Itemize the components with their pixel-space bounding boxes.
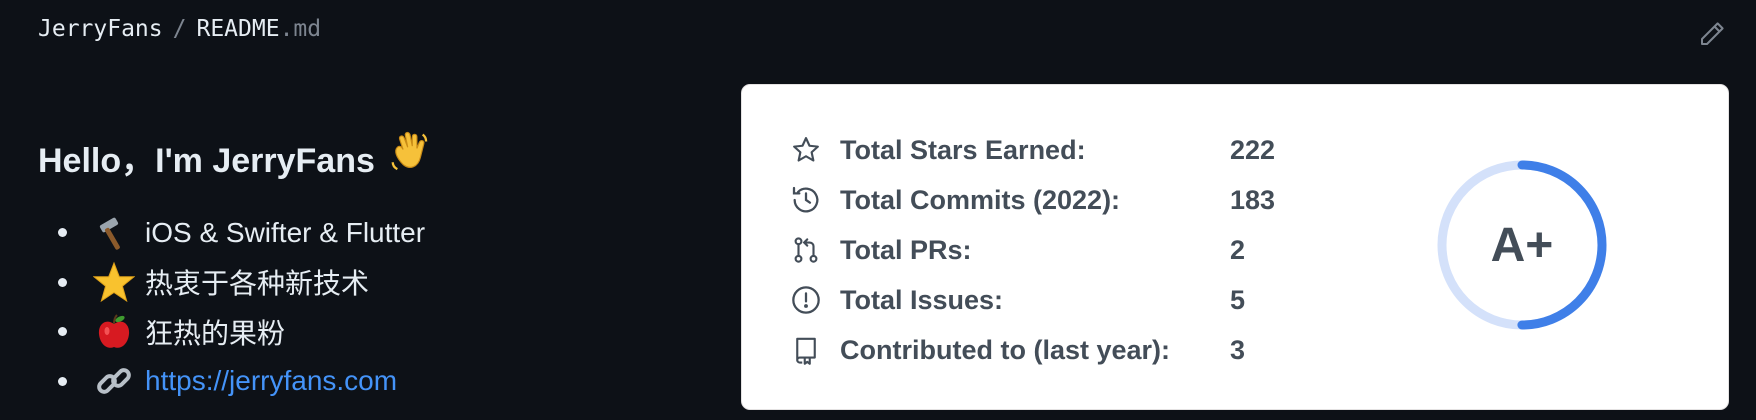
bullet-text: 狂热的果粉 <box>145 317 286 349</box>
pull-request-icon <box>788 232 824 268</box>
bullet-text: iOS & Swifter & Flutter <box>145 216 426 248</box>
list-item: 狂热的果粉 <box>58 307 425 357</box>
apple-icon <box>93 311 135 353</box>
stat-row-stars: Total Stars Earned: 222 <box>788 130 1275 170</box>
rank-circle: A+ <box>1432 155 1612 335</box>
stat-value: 5 <box>1230 284 1246 315</box>
stat-label: Total Stars Earned: <box>840 134 1086 165</box>
website-link[interactable]: https://jerryfans.com <box>145 365 397 397</box>
breadcrumb-file: README.md <box>196 16 321 42</box>
stat-label: Total Issues: <box>840 284 1004 315</box>
link-icon <box>93 360 135 402</box>
bullet-dot <box>58 327 67 337</box>
history-icon <box>788 182 824 218</box>
pencil-icon <box>1701 22 1724 45</box>
stat-value: 2 <box>1230 234 1246 265</box>
github-stats-card: Total Stars Earned: 222 Total Commits (2… <box>741 84 1729 410</box>
stat-row-issues: Total Issues: 5 <box>788 280 1245 320</box>
stat-value: 183 <box>1230 184 1276 215</box>
stat-row-contributed: Contributed to (last year): 3 <box>788 330 1245 370</box>
readme-heading: Hello，I'm JerryFans <box>38 130 433 185</box>
stat-label: Total Commits (2022): <box>840 184 1121 215</box>
breadcrumb: JerryFans / README.md <box>38 16 321 42</box>
stat-row-prs: Total PRs: 2 <box>788 230 1245 270</box>
bullet-dot <box>58 376 67 386</box>
stat-label: Contributed to (last year): <box>840 334 1171 365</box>
breadcrumb-owner-link[interactable]: JerryFans <box>38 16 163 42</box>
edit-file-button[interactable] <box>1692 14 1732 54</box>
stat-row-commits: Total Commits (2022): 183 <box>788 180 1275 220</box>
waving-hand-icon <box>387 130 433 185</box>
stat-value: 222 <box>1230 134 1276 165</box>
breadcrumb-file-name: README <box>196 16 280 42</box>
readme-heading-text: Hello，I'm JerryFans <box>38 142 375 180</box>
list-item: iOS & Swifter & Flutter <box>58 208 425 258</box>
hammer-icon <box>93 212 135 254</box>
breadcrumb-file-ext: .md <box>279 16 322 42</box>
bullet-dot <box>58 277 67 287</box>
rank-ring: A+ <box>1437 160 1607 330</box>
list-item: 热衷于各种新技术 <box>58 258 425 308</box>
stat-label: Total PRs: <box>840 234 972 265</box>
breadcrumb-separator: / <box>172 16 187 42</box>
star-outline-icon <box>788 132 824 168</box>
repo-icon <box>788 332 824 368</box>
stat-value: 3 <box>1230 334 1246 365</box>
readme-page: JerryFans / README.md Hello，I'm JerryFan… <box>0 0 1756 420</box>
list-item: https://jerryfans.com <box>58 357 425 407</box>
star-icon <box>93 261 135 303</box>
bullet-dot <box>58 228 67 238</box>
rank-grade: A+ <box>1491 219 1554 272</box>
issue-icon <box>788 282 824 318</box>
readme-bullet-list: iOS & Swifter & Flutter 热衷于各种新技术 狂热的果粉 h… <box>58 208 425 406</box>
bullet-text: 热衷于各种新技术 <box>145 268 370 300</box>
